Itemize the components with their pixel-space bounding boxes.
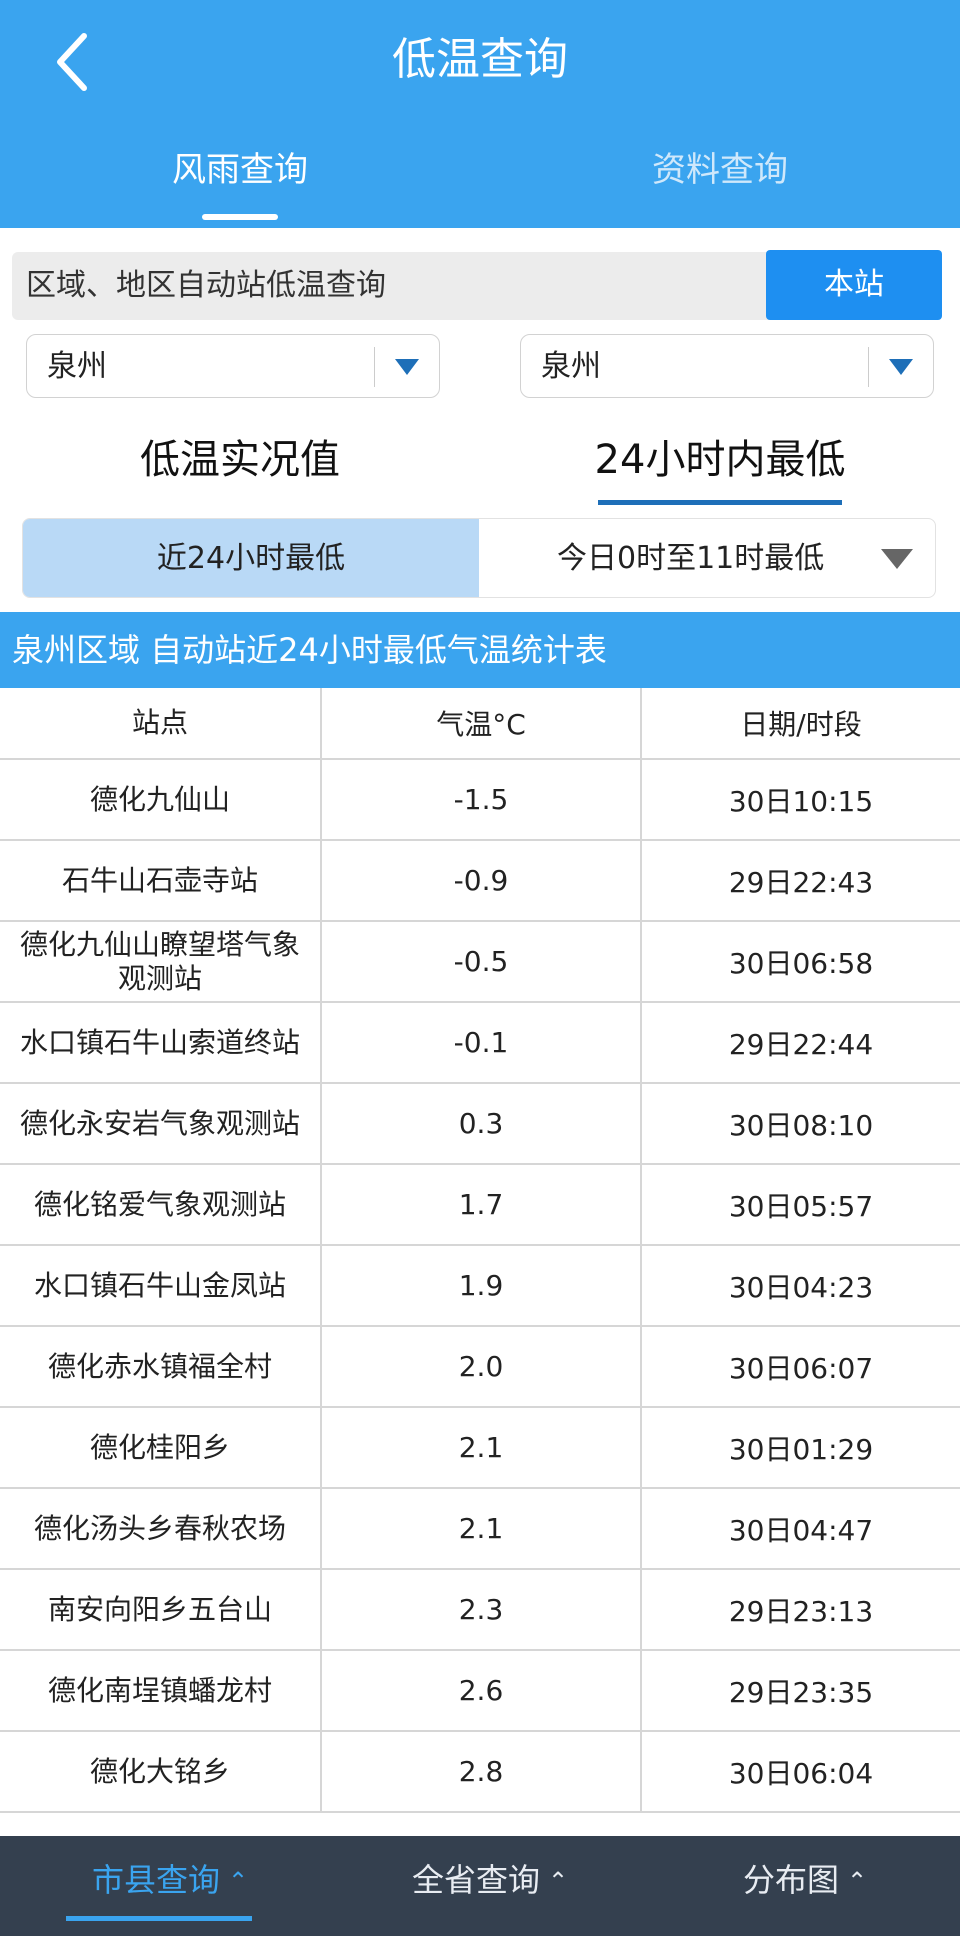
station-cell: 德化桂阳乡 [0,1408,322,1487]
region-select[interactable]: 泉州 [26,334,440,398]
time-cell: 29日22:43 [728,865,874,899]
column-header-time: 日期/时段 [740,708,862,741]
table-row[interactable]: 石牛山石壶寺站 -0.9 29日22:43 [0,841,960,922]
bottom-nav-indicator [66,1916,252,1921]
station-cell: 水口镇石牛山索道终站 [0,1003,322,1082]
time-cell: 30日06:58 [728,946,874,980]
app-header: 低温查询 风雨查询 资料查询 [0,0,960,228]
mode-realtime[interactable]: 低温实况值 [120,430,360,490]
table-row[interactable]: 德化桂阳乡 2.1 30日01:29 [0,1408,960,1489]
station-cell: 石牛山石壶寺站 [0,841,322,920]
table-row[interactable]: 德化永安岩气象观测站 0.3 30日08:10 [0,1084,960,1165]
table-row[interactable]: 水口镇石牛山索道终站 -0.1 29日22:44 [0,1003,960,1084]
table-row[interactable]: 德化汤头乡春秋农场 2.1 30日04:47 [0,1489,960,1570]
mode-24h-min[interactable]: 24小时内最低 [580,430,860,490]
time-cell: 29日23:35 [728,1675,874,1709]
temp-cell: 1.7 [322,1165,642,1244]
temp-cell: 2.0 [322,1327,642,1406]
temperature-table: 站点 气温°C 日期/时段 德化九仙山 -1.5 30日10:15 石牛山石壶寺站 -0… [0,688,960,1813]
period-today-label: 今日0时至11时最低 [557,541,825,576]
station-cell: 德化南埕镇蟠龙村 [0,1651,322,1730]
temp-cell: -1.5 [322,760,642,839]
region-select-value: 泉州 [47,349,107,384]
temp-cell: 0.3 [322,1084,642,1163]
nav-distribution-map[interactable]: 分布图 ⌃ [730,1836,880,1936]
tab-data-query[interactable]: 资料查询 [620,140,820,200]
chevron-up-icon: ⌃ [227,1867,249,1895]
time-cell: 30日06:07 [728,1351,874,1385]
table-row[interactable]: 德化赤水镇福全村 2.0 30日06:07 [0,1327,960,1408]
temp-cell: -0.1 [322,1003,642,1082]
station-cell: 水口镇石牛山金凤站 [0,1246,322,1325]
table-header-row: 站点 气温°C 日期/时段 [0,688,960,760]
time-cell: 30日10:15 [728,784,874,818]
table-title: 泉州区域 自动站近24小时最低气温统计表 [0,612,960,688]
triangle-down-icon [881,549,913,569]
time-cell: 30日04:47 [728,1513,874,1547]
period-last-24h[interactable]: 近24小时最低 [23,519,479,597]
tab-wind-rain[interactable]: 风雨查询 [140,140,340,200]
time-cell: 30日05:57 [728,1189,874,1223]
station-cell: 德化铭爱气象观测站 [0,1165,322,1244]
bottom-nav: 市县查询 ⌃ 全省查询 ⌃ 分布图 ⌃ [0,1836,960,1936]
station-cell: 德化大铭乡 [0,1732,322,1811]
table-row[interactable]: 德化大铭乡 2.8 30日06:04 [0,1732,960,1813]
query-bar: 区域、地区自动站低温查询 本站 [12,250,942,320]
station-cell: 南安向阳乡五台山 [0,1570,322,1649]
triangle-down-icon [395,359,419,375]
table-row[interactable]: 德化九仙山瞭望塔气象观测站 -0.5 30日06:58 [0,922,960,1003]
station-cell: 德化九仙山瞭望塔气象观测站 [0,922,322,1001]
temp-cell: 1.9 [322,1246,642,1325]
period-today[interactable]: 今日0时至11时最低 [479,519,935,597]
period-selector: 近24小时最低 今日0时至11时最低 [22,518,936,598]
time-cell: 29日22:44 [728,1027,874,1061]
temp-cell: 2.1 [322,1489,642,1568]
time-cell: 30日04:23 [728,1270,874,1304]
temp-cell: 2.3 [322,1570,642,1649]
temp-cell: -0.9 [322,841,642,920]
this-station-button[interactable]: 本站 [766,250,942,320]
station-cell: 德化汤头乡春秋农场 [0,1489,322,1568]
time-cell: 30日08:10 [728,1108,874,1142]
chevron-up-icon: ⌃ [846,1867,868,1895]
table-row[interactable]: 南安向阳乡五台山 2.3 29日23:13 [0,1570,960,1651]
temp-cell: 2.6 [322,1651,642,1730]
nav-city-query-label: 市县查询 [91,1861,220,1899]
chevron-up-icon: ⌃ [547,1867,569,1895]
table-row[interactable]: 德化南埕镇蟠龙村 2.6 29日23:35 [0,1651,960,1732]
temp-cell: 2.8 [322,1732,642,1811]
select-divider [374,347,375,387]
time-cell: 30日01:29 [728,1432,874,1466]
select-divider [868,347,869,387]
time-cell: 29日23:13 [728,1594,874,1628]
triangle-down-icon [889,359,913,375]
column-header-temp: 气温°C [322,688,642,758]
page-title: 低温查询 [392,34,568,85]
station-cell: 德化九仙山 [0,760,322,839]
temp-cell: -0.5 [322,922,642,1001]
column-header-station: 站点 [0,688,322,758]
nav-city-query[interactable]: 市县查询 ⌃ [70,1836,270,1936]
table-row[interactable]: 德化铭爱气象观测站 1.7 30日05:57 [0,1165,960,1246]
area-select[interactable]: 泉州 [520,334,934,398]
query-label: 区域、地区自动站低温查询 [26,268,386,303]
mode-indicator [598,500,842,505]
area-select-value: 泉州 [541,349,601,384]
station-cell: 德化永安岩气象观测站 [0,1084,322,1163]
station-cell: 德化赤水镇福全村 [0,1327,322,1406]
table-row[interactable]: 水口镇石牛山金凤站 1.9 30日04:23 [0,1246,960,1327]
temp-cell: 2.1 [322,1408,642,1487]
table-row[interactable]: 德化九仙山 -1.5 30日10:15 [0,760,960,841]
nav-province-query[interactable]: 全省查询 ⌃ [390,1836,590,1936]
nav-province-query-label: 全省查询 [411,1861,540,1899]
nav-distribution-map-label: 分布图 [742,1861,839,1899]
tab-indicator [202,214,278,220]
time-cell: 30日06:04 [728,1756,874,1790]
